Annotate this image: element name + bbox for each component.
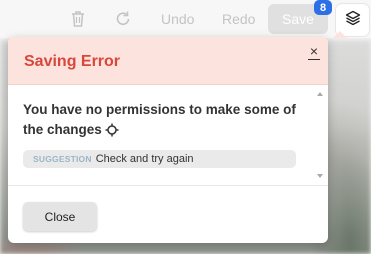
save-count-badge: 8 — [314, 0, 332, 15]
dialog-footer: Close — [8, 185, 328, 243]
trash-icon[interactable] — [67, 8, 89, 30]
saving-error-dialog: Saving Error × You have no permissions t… — [8, 37, 328, 243]
close-button[interactable]: Close — [23, 202, 97, 231]
dialog-scrollbar[interactable] — [314, 85, 326, 185]
dialog-header: Saving Error × — [8, 37, 328, 85]
redo-arrow-icon[interactable] — [112, 8, 134, 30]
error-message: You have no permissions to make some of … — [23, 100, 303, 143]
layers-icon — [345, 10, 361, 31]
suggestion-box: SUGGESTION Check and try again — [23, 150, 296, 168]
dialog-pointer — [333, 31, 347, 38]
suggestion-tag: SUGGESTION — [33, 154, 92, 164]
close-icon[interactable]: × — [307, 44, 321, 60]
scroll-down-icon[interactable] — [317, 174, 323, 178]
undo-button[interactable]: Undo — [161, 11, 194, 27]
dialog-title: Saving Error — [24, 53, 121, 70]
error-message-text: You have no permissions to make some of … — [23, 102, 296, 137]
dialog-body: You have no permissions to make some of … — [8, 85, 328, 185]
scroll-up-icon[interactable] — [317, 92, 323, 96]
suggestion-text: Check and try again — [95, 153, 194, 165]
crosshair-icon[interactable] — [105, 123, 119, 143]
redo-button[interactable]: Redo — [222, 11, 255, 27]
toolbar: Undo Redo Save 8 — [0, 0, 371, 38]
